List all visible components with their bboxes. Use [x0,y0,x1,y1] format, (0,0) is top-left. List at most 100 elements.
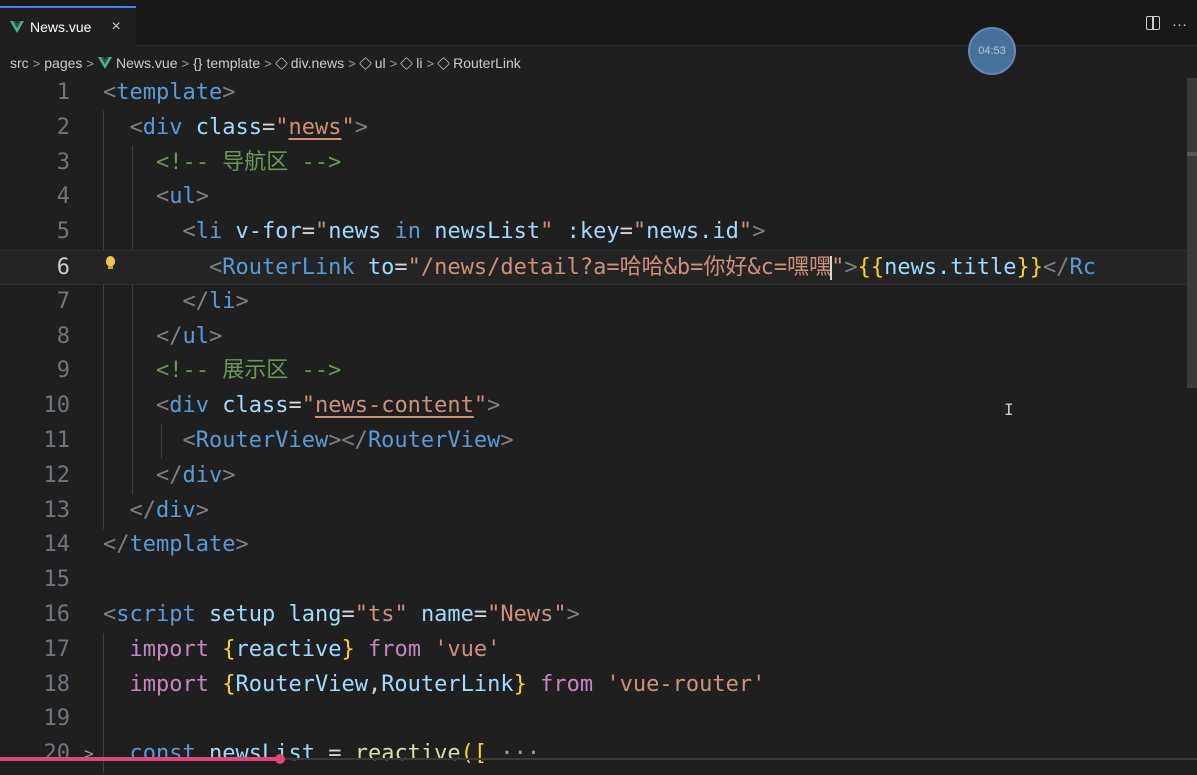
breadcrumb-separator: > [86,55,95,71]
code-token: ··· [500,741,541,767]
code-token: = [394,255,408,280]
code-line[interactable]: 17 import {reactive} from 'vue' [0,633,1197,668]
code-token: " [473,393,488,419]
code-text: <div class="news"> [103,111,368,146]
code-line[interactable]: 6 <RouterLink to="/news/detail?a=哈哈&b=你好… [0,250,1197,285]
code-token: < [103,80,117,105]
breadcrumb-ul-label: ul [374,55,386,71]
code-token: > [208,323,223,349]
code-line[interactable]: 12 </div> [0,459,1197,494]
line-number: 18 [43,671,71,697]
breadcrumb-div[interactable]: div.news [274,55,344,71]
code-line[interactable]: 10 <div class="news-content"> [0,389,1197,424]
line-number: 16 [43,602,71,627]
code-token: {{ [857,255,885,280]
more-actions-icon[interactable]: ··· [1172,16,1187,33]
code-text: <!-- 导航区 --> [103,146,341,181]
code-token: < [182,428,196,453]
code-token: = [288,393,302,419]
code-line[interactable]: 15 [0,563,1197,598]
code-token: "/news/detail?a=哈哈&b=你好&c=嘿嘿 [407,255,832,280]
breadcrumb-pages[interactable]: pages [44,55,82,71]
code-token: news [328,219,382,245]
code-text: <div class="news-content"> [103,389,500,424]
code-token: in [394,219,421,245]
code-text: <RouterLink to="/news/detail?a=哈哈&b=你好&c… [103,251,1096,286]
code-line[interactable]: 16 <script setup lang="ts" name="News"> [0,598,1197,633]
code-token: { [222,671,236,697]
video-progress-knob[interactable] [275,754,285,764]
code-editor[interactable]: 1 <template> 2 <div class="news"> 3 <!-- 导航… [0,76,1197,775]
close-icon[interactable]: × [111,18,120,36]
code-line[interactable]: 8 </ul> [0,320,1197,355]
fold-chevron-icon[interactable]: > [84,737,94,772]
editor-tab-bar: News.vue × ··· [0,0,1197,46]
code-token: setup [208,602,276,627]
code-token: < [103,602,117,627]
code-line[interactable]: 18 import {RouterView,RouterLink} from '… [0,668,1197,703]
breadcrumb-li[interactable]: li [400,55,423,71]
code-token: script [116,602,196,627]
code-line[interactable]: 13 </div> [0,494,1197,529]
breadcrumb-src[interactable]: src [10,55,29,71]
line-number: 11 [43,428,71,453]
code-token: div [156,497,196,523]
code-line[interactable]: 19 [0,702,1197,737]
line-number: 7 [56,288,70,314]
code-line[interactable]: 4 <ul> [0,180,1197,215]
breadcrumb-separator: > [32,55,41,71]
tab-news-vue[interactable]: News.vue × [0,6,136,46]
vertical-scrollbar-thumb[interactable] [1187,78,1197,388]
breadcrumb: src > pages > News.vue > {} template > d… [10,52,521,74]
code-line[interactable]: 1 <template> [0,76,1197,111]
line-number: 12 [43,462,71,488]
code-token: 'vue' [434,636,501,662]
line-number: 20 [43,741,71,767]
code-token: = [314,741,355,767]
breadcrumb-file[interactable]: News.vue [98,55,177,71]
code-line[interactable]: 14 </template> [0,528,1197,563]
code-token: </ [129,497,157,523]
video-progress-bar[interactable] [0,757,280,761]
code-token: <!-- 展示区 --> [155,358,342,384]
code-text: const newsList = reactive([ ··· [103,737,541,772]
vue-file-icon [10,21,24,33]
code-token: > [222,462,236,488]
code-token: > [195,497,209,523]
code-line[interactable]: 9 <!-- 展示区 --> [0,354,1197,389]
code-text: <template> [103,76,235,111]
breadcrumb-ul[interactable]: ul [358,55,386,71]
code-token: div [169,393,209,419]
code-line[interactable]: 11 <RouterView></RouterView> [0,424,1197,459]
code-token: v-for [235,219,302,245]
breadcrumb-routerlink[interactable]: RouterLink [436,55,521,71]
split-editor-icon[interactable] [1146,16,1160,30]
tab-label: News.vue [30,19,92,35]
video-progress-track[interactable] [280,758,1197,760]
line-number: 6 [56,255,70,280]
breadcrumb-template[interactable]: {} template [193,55,260,71]
code-token: < [182,219,196,245]
code-token: > [566,602,580,627]
code-line[interactable]: 5 <li v-for="news in newsList" :key="new… [0,215,1197,250]
code-token: " [314,219,329,245]
code-token: div [182,462,223,488]
code-line[interactable]: 20 > const newsList = reactive([ ··· [0,737,1197,772]
code-line[interactable]: 2 <div class="news"> [0,111,1197,146]
code-text: <li v-for="news in newsList" :key="news.… [103,215,765,250]
code-line[interactable]: 7 </li> [0,285,1197,320]
code-token: reactive [354,741,461,767]
code-line[interactable]: 3 <!-- 导航区 --> [0,146,1197,181]
code-text: </template> [103,528,249,563]
